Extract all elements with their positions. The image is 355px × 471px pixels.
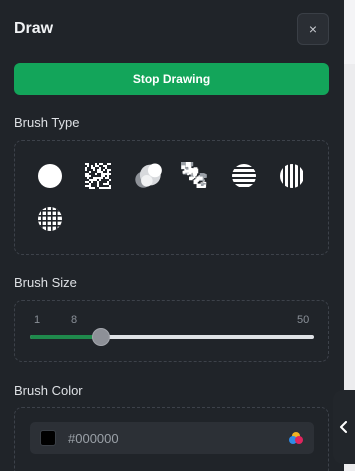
vertical-lines-icon [280, 164, 303, 188]
brush-size-label: Brush Size [14, 275, 77, 290]
solid-circle-icon [38, 164, 62, 188]
brush-spray[interactable] [181, 162, 207, 188]
brush-noise[interactable] [85, 163, 111, 189]
canvas-edge-top [344, 0, 355, 64]
brush-size-slider-thumb[interactable] [91, 328, 110, 346]
brush-type-box [14, 140, 329, 255]
chevron-left-icon [340, 421, 347, 433]
spray-icon [181, 162, 207, 188]
brush-size-min: 1 [34, 314, 41, 326]
collapse-panel-button[interactable] [333, 390, 355, 464]
panel-title: Draw [14, 20, 54, 37]
brush-size-max: 50 [297, 314, 310, 326]
brush-size-current: 8 [71, 314, 78, 326]
color-hex-value: #000000 [68, 431, 119, 446]
brush-round[interactable] [37, 163, 63, 189]
cloud-icon [135, 163, 162, 188]
horizontal-lines-icon [232, 164, 256, 187]
color-swatch[interactable] [40, 430, 56, 446]
stop-drawing-button[interactable]: Stop Drawing [14, 63, 329, 95]
brush-cloud[interactable] [133, 160, 162, 188]
brush-color-label: Brush Color [14, 383, 83, 398]
brush-size-track-fill [30, 335, 101, 339]
brush-type-label: Brush Type [14, 115, 80, 130]
close-icon: × [308, 21, 318, 37]
brush-grid[interactable] [37, 206, 63, 232]
brush-size-box [14, 300, 329, 362]
grid-circle-icon [38, 207, 62, 231]
brush-color-input[interactable]: #000000 [30, 422, 314, 454]
noise-square-icon [85, 163, 111, 189]
brush-horizontal-lines[interactable] [231, 163, 257, 189]
close-button[interactable]: × [297, 13, 329, 45]
color-palette-icon[interactable] [288, 431, 304, 445]
brush-vertical-lines[interactable] [279, 163, 305, 189]
draw-panel: Draw × Stop Drawing Brush Type Brush Siz… [0, 0, 344, 471]
